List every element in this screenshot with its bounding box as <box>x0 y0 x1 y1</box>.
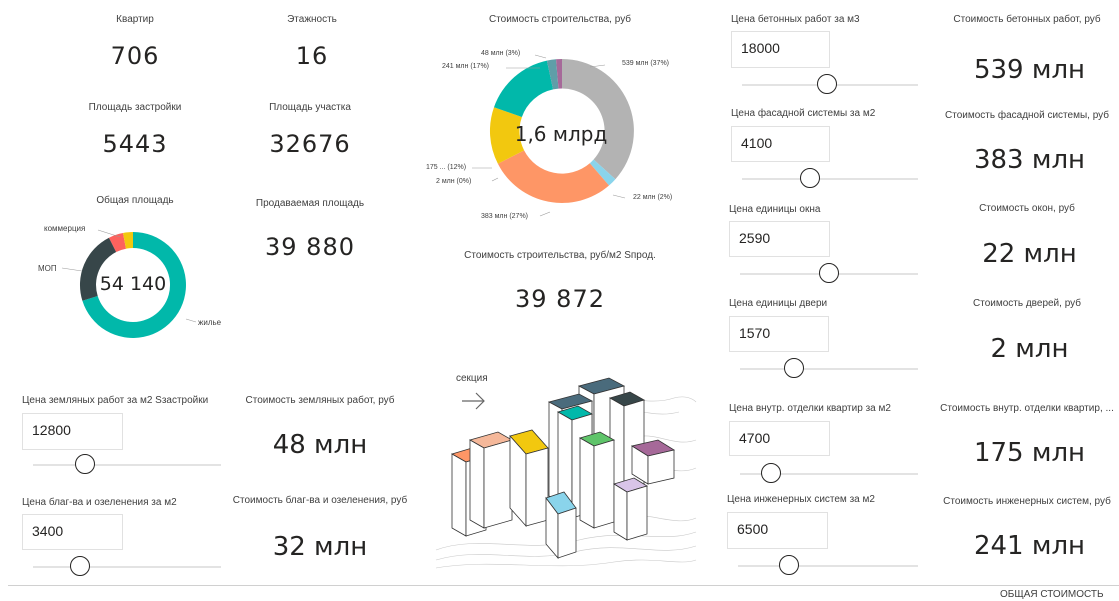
interior-cost-value: 175 млн <box>973 438 1086 468</box>
interior-price-input[interactable]: 4700 <box>729 421 830 456</box>
total-cost-label: ОБЩАЯ СТОИМОСТЬ <box>1000 589 1104 600</box>
window-price-input[interactable]: 2590 <box>729 221 830 257</box>
door-price-label: Цена единицы двери <box>729 298 828 309</box>
total-area-title: Общая площадь <box>96 195 174 206</box>
window-cost-label: Стоимость окон, руб <box>979 203 1075 214</box>
cost-chart-title: Стоимость строительства, руб <box>488 14 632 25</box>
landscaping-cost-value: 32 млн <box>272 532 368 562</box>
apartments-value: 706 <box>110 42 160 70</box>
facade-cost-value: 383 млн <box>973 145 1086 175</box>
engineering-cost-label: Стоимость инженерных систем, руб <box>943 496 1111 507</box>
building-section-image <box>435 377 697 569</box>
engineering-price-input[interactable]: 6500 <box>727 512 828 549</box>
earthworks-cost-value: 48 млн <box>272 430 368 460</box>
site-area-value: 32676 <box>269 130 351 158</box>
earthworks-slider-thumb[interactable] <box>75 454 95 474</box>
facade-data-label: 383 млн (27%) <box>481 213 529 220</box>
concrete-cost-label: Стоимость бетонных работ, руб <box>953 14 1101 25</box>
sellable-area-value: 39 880 <box>265 233 355 261</box>
concrete-slice <box>562 59 634 180</box>
door-cost-label: Стоимость дверей, руб <box>973 298 1081 309</box>
engineering-cost-value: 241 млн <box>973 531 1086 561</box>
floors-value: 16 <box>295 42 329 70</box>
facade-slice <box>497 150 609 203</box>
window-cost-value: 22 млн <box>982 239 1077 269</box>
cost-chart-center-value: 1,6 млрд <box>514 122 608 146</box>
sellable-area-label: Продаваемая площадь <box>255 198 365 209</box>
concrete-slider-thumb[interactable] <box>817 74 837 94</box>
footer-divider <box>8 585 1119 586</box>
door-cost-value: 2 млн <box>990 334 1069 364</box>
facade-price-input[interactable]: 4100 <box>731 126 830 162</box>
earthworks-cost-label: Стоимость земляных работ, руб <box>245 395 395 406</box>
engineering-slider-track[interactable] <box>738 565 918 567</box>
engineering-data-label: 241 млн (17%) <box>442 63 490 70</box>
landscaping-cost-label: Стоимость благ-ва и озеленения, руб <box>232 495 408 506</box>
concrete-price-label: Цена бетонных работ за м3 <box>731 14 860 25</box>
landscaping-price-label: Цена благ-ва и озеленения за м2 <box>22 497 177 508</box>
apartments-label: Квартир <box>116 14 154 25</box>
commerce-label: коммерция <box>44 224 86 233</box>
engineering-slice <box>494 60 554 117</box>
landscaping-slider-track[interactable] <box>33 566 221 568</box>
interior-slider-thumb[interactable] <box>761 463 781 483</box>
total-area-center-value: 54 140 <box>99 273 167 295</box>
concrete-cost-value: 539 млн <box>973 55 1086 85</box>
door-slider-track[interactable] <box>740 368 918 370</box>
engineering-slider-thumb[interactable] <box>779 555 799 575</box>
landscaping-slider-thumb[interactable] <box>70 556 90 576</box>
earthworks-price-label: Цена земляных работ за м2 Sзастройки <box>22 395 209 406</box>
arrow-right-icon <box>462 392 485 410</box>
door-slider-thumb[interactable] <box>784 358 804 378</box>
build-area-value: 5443 <box>102 130 168 158</box>
interior-cost-label: Стоимость внутр. отделки квартир, ... <box>940 403 1114 414</box>
engineering-price-label: Цена инженерных систем за м2 <box>727 494 875 505</box>
concrete-price-input[interactable]: 18000 <box>731 31 830 68</box>
floors-label: Этажность <box>287 14 337 25</box>
interior-data-label: 175 ... (12%) <box>426 164 467 171</box>
facade-slider-track[interactable] <box>742 178 918 180</box>
window-slider-thumb[interactable] <box>819 263 839 283</box>
doors-data-label: 22 млн (2%) <box>633 194 673 201</box>
landscaping-price-input[interactable]: 3400 <box>22 514 123 550</box>
interior-price-label: Цена внутр. отделки квартир за м2 <box>729 403 891 414</box>
site-area-label: Площадь участка <box>269 102 351 113</box>
windows-data-label: 2 млн (0%) <box>436 178 472 185</box>
concrete-data-label: 539 млн (37%) <box>622 60 670 67</box>
mop-label: МОП <box>38 264 57 273</box>
earthworks-price-input[interactable]: 12800 <box>22 413 123 450</box>
facade-price-label: Цена фасадной системы за м2 <box>731 108 876 119</box>
cost-per-m2-label: Стоимость строительства, руб/м2 Sпрод. <box>464 250 656 261</box>
earthworks-data-label: 48 млн (3%) <box>481 50 521 57</box>
window-price-label: Цена единицы окна <box>729 204 821 215</box>
cost-per-m2-value: 39 872 <box>515 285 605 313</box>
door-price-input[interactable]: 1570 <box>729 316 829 352</box>
facade-cost-label: Стоимость фасадной системы, руб <box>945 110 1109 121</box>
build-area-label: Площадь застройки <box>88 102 182 113</box>
living-label: жилье <box>198 318 222 327</box>
earthworks-slider-track[interactable] <box>33 464 221 466</box>
facade-slider-thumb[interactable] <box>800 168 820 188</box>
